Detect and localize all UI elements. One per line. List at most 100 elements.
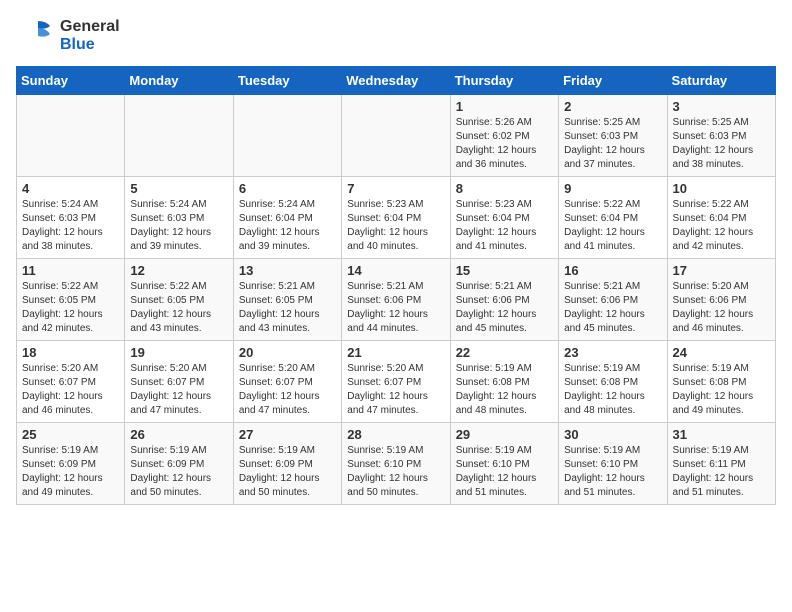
empty-cell [342,95,450,177]
day-info: Sunrise: 5:24 AM Sunset: 6:04 PM Dayligh… [239,198,336,254]
weekday-header-monday: Monday [125,67,233,95]
logo: GeneralBlue [16,16,120,56]
day-number: 1 [456,99,553,114]
day-info: Sunrise: 5:21 AM Sunset: 6:06 PM Dayligh… [564,280,661,336]
day-info: Sunrise: 5:19 AM Sunset: 6:08 PM Dayligh… [564,362,661,418]
day-cell-3: 3 Sunrise: 5:25 AM Sunset: 6:03 PM Daylig… [667,95,775,177]
day-info: Sunrise: 5:19 AM Sunset: 6:09 PM Dayligh… [239,444,336,500]
day-number: 30 [564,427,661,442]
day-number: 14 [347,263,444,278]
day-info: Sunrise: 5:21 AM Sunset: 6:05 PM Dayligh… [239,280,336,336]
week-row-3: 11 Sunrise: 5:22 AM Sunset: 6:05 PM Dayli… [17,259,776,341]
day-cell-4: 4 Sunrise: 5:24 AM Sunset: 6:03 PM Daylig… [17,177,125,259]
weekday-header-thursday: Thursday [450,67,558,95]
calendar-table: SundayMondayTuesdayWednesdayThursdayFrid… [16,66,776,505]
day-cell-7: 7 Sunrise: 5:23 AM Sunset: 6:04 PM Daylig… [342,177,450,259]
day-number: 9 [564,181,661,196]
day-number: 29 [456,427,553,442]
day-info: Sunrise: 5:21 AM Sunset: 6:06 PM Dayligh… [347,280,444,336]
day-number: 3 [673,99,770,114]
day-info: Sunrise: 5:23 AM Sunset: 6:04 PM Dayligh… [456,198,553,254]
day-cell-31: 31 Sunrise: 5:19 AM Sunset: 6:11 PM Dayli… [667,423,775,505]
day-info: Sunrise: 5:22 AM Sunset: 6:05 PM Dayligh… [22,280,119,336]
day-number: 12 [130,263,227,278]
day-info: Sunrise: 5:22 AM Sunset: 6:04 PM Dayligh… [673,198,770,254]
day-info: Sunrise: 5:19 AM Sunset: 6:10 PM Dayligh… [347,444,444,500]
week-row-5: 25 Sunrise: 5:19 AM Sunset: 6:09 PM Dayli… [17,423,776,505]
day-cell-28: 28 Sunrise: 5:19 AM Sunset: 6:10 PM Dayli… [342,423,450,505]
logo-general-text: General [60,18,120,36]
day-info: Sunrise: 5:20 AM Sunset: 6:07 PM Dayligh… [130,362,227,418]
day-info: Sunrise: 5:20 AM Sunset: 6:06 PM Dayligh… [673,280,770,336]
day-number: 19 [130,345,227,360]
day-number: 20 [239,345,336,360]
day-info: Sunrise: 5:20 AM Sunset: 6:07 PM Dayligh… [239,362,336,418]
day-info: Sunrise: 5:25 AM Sunset: 6:03 PM Dayligh… [564,116,661,172]
day-number: 4 [22,181,119,196]
day-number: 13 [239,263,336,278]
day-cell-19: 19 Sunrise: 5:20 AM Sunset: 6:07 PM Dayli… [125,341,233,423]
day-info: Sunrise: 5:20 AM Sunset: 6:07 PM Dayligh… [347,362,444,418]
day-number: 7 [347,181,444,196]
empty-cell [233,95,341,177]
day-cell-13: 13 Sunrise: 5:21 AM Sunset: 6:05 PM Dayli… [233,259,341,341]
day-cell-8: 8Sunrise: 5:23 AM Sunset: 6:04 PM Daylig… [450,177,558,259]
day-cell-30: 30 Sunrise: 5:19 AM Sunset: 6:10 PM Dayli… [559,423,667,505]
logo-blue-text: Blue [60,36,120,54]
day-number: 17 [673,263,770,278]
day-number: 31 [673,427,770,442]
day-cell-6: 6Sunrise: 5:24 AM Sunset: 6:04 PM Daylig… [233,177,341,259]
day-info: Sunrise: 5:24 AM Sunset: 6:03 PM Dayligh… [130,198,227,254]
day-cell-18: 18Sunrise: 5:20 AM Sunset: 6:07 PM Dayli… [17,341,125,423]
weekday-header-tuesday: Tuesday [233,67,341,95]
day-info: Sunrise: 5:19 AM Sunset: 6:10 PM Dayligh… [456,444,553,500]
day-cell-14: 14 Sunrise: 5:21 AM Sunset: 6:06 PM Dayli… [342,259,450,341]
day-cell-26: 26Sunrise: 5:19 AM Sunset: 6:09 PM Dayli… [125,423,233,505]
day-cell-20: 20 Sunrise: 5:20 AM Sunset: 6:07 PM Dayli… [233,341,341,423]
day-cell-23: 23 Sunrise: 5:19 AM Sunset: 6:08 PM Dayli… [559,341,667,423]
day-info: Sunrise: 5:19 AM Sunset: 6:08 PM Dayligh… [673,362,770,418]
day-cell-11: 11 Sunrise: 5:22 AM Sunset: 6:05 PM Dayli… [17,259,125,341]
day-number: 23 [564,345,661,360]
day-info: Sunrise: 5:26 AM Sunset: 6:02 PM Dayligh… [456,116,553,172]
day-number: 10 [673,181,770,196]
day-cell-9: 9 Sunrise: 5:22 AM Sunset: 6:04 PM Daylig… [559,177,667,259]
weekday-header-row: SundayMondayTuesdayWednesdayThursdayFrid… [17,67,776,95]
weekday-header-sunday: Sunday [17,67,125,95]
day-number: 15 [456,263,553,278]
day-cell-2: 2 Sunrise: 5:25 AM Sunset: 6:03 PM Daylig… [559,95,667,177]
day-number: 22 [456,345,553,360]
day-number: 5 [130,181,227,196]
weekday-header-wednesday: Wednesday [342,67,450,95]
day-number: 11 [22,263,119,278]
day-info: Sunrise: 5:24 AM Sunset: 6:03 PM Dayligh… [22,198,119,254]
header: GeneralBlue [16,16,776,56]
day-cell-25: 25Sunrise: 5:19 AM Sunset: 6:09 PM Dayli… [17,423,125,505]
logo-svg [16,16,56,56]
day-number: 28 [347,427,444,442]
week-row-4: 18Sunrise: 5:20 AM Sunset: 6:07 PM Dayli… [17,341,776,423]
day-number: 16 [564,263,661,278]
day-info: Sunrise: 5:23 AM Sunset: 6:04 PM Dayligh… [347,198,444,254]
day-cell-27: 27 Sunrise: 5:19 AM Sunset: 6:09 PM Dayli… [233,423,341,505]
day-info: Sunrise: 5:21 AM Sunset: 6:06 PM Dayligh… [456,280,553,336]
day-cell-24: 24Sunrise: 5:19 AM Sunset: 6:08 PM Dayli… [667,341,775,423]
day-info: Sunrise: 5:19 AM Sunset: 6:08 PM Dayligh… [456,362,553,418]
day-number: 25 [22,427,119,442]
weekday-header-saturday: Saturday [667,67,775,95]
week-row-2: 4 Sunrise: 5:24 AM Sunset: 6:03 PM Daylig… [17,177,776,259]
day-info: Sunrise: 5:25 AM Sunset: 6:03 PM Dayligh… [673,116,770,172]
day-info: Sunrise: 5:20 AM Sunset: 6:07 PM Dayligh… [22,362,119,418]
day-info: Sunrise: 5:19 AM Sunset: 6:10 PM Dayligh… [564,444,661,500]
day-info: Sunrise: 5:19 AM Sunset: 6:11 PM Dayligh… [673,444,770,500]
empty-cell [17,95,125,177]
weekday-header-friday: Friday [559,67,667,95]
day-info: Sunrise: 5:22 AM Sunset: 6:04 PM Dayligh… [564,198,661,254]
day-number: 27 [239,427,336,442]
day-cell-15: 15 Sunrise: 5:21 AM Sunset: 6:06 PM Dayli… [450,259,558,341]
day-cell-16: 16 Sunrise: 5:21 AM Sunset: 6:06 PM Dayli… [559,259,667,341]
week-row-1: 1 Sunrise: 5:26 AM Sunset: 6:02 PM Daylig… [17,95,776,177]
day-cell-22: 22 Sunrise: 5:19 AM Sunset: 6:08 PM Dayli… [450,341,558,423]
day-number: 2 [564,99,661,114]
day-cell-5: 5 Sunrise: 5:24 AM Sunset: 6:03 PM Daylig… [125,177,233,259]
